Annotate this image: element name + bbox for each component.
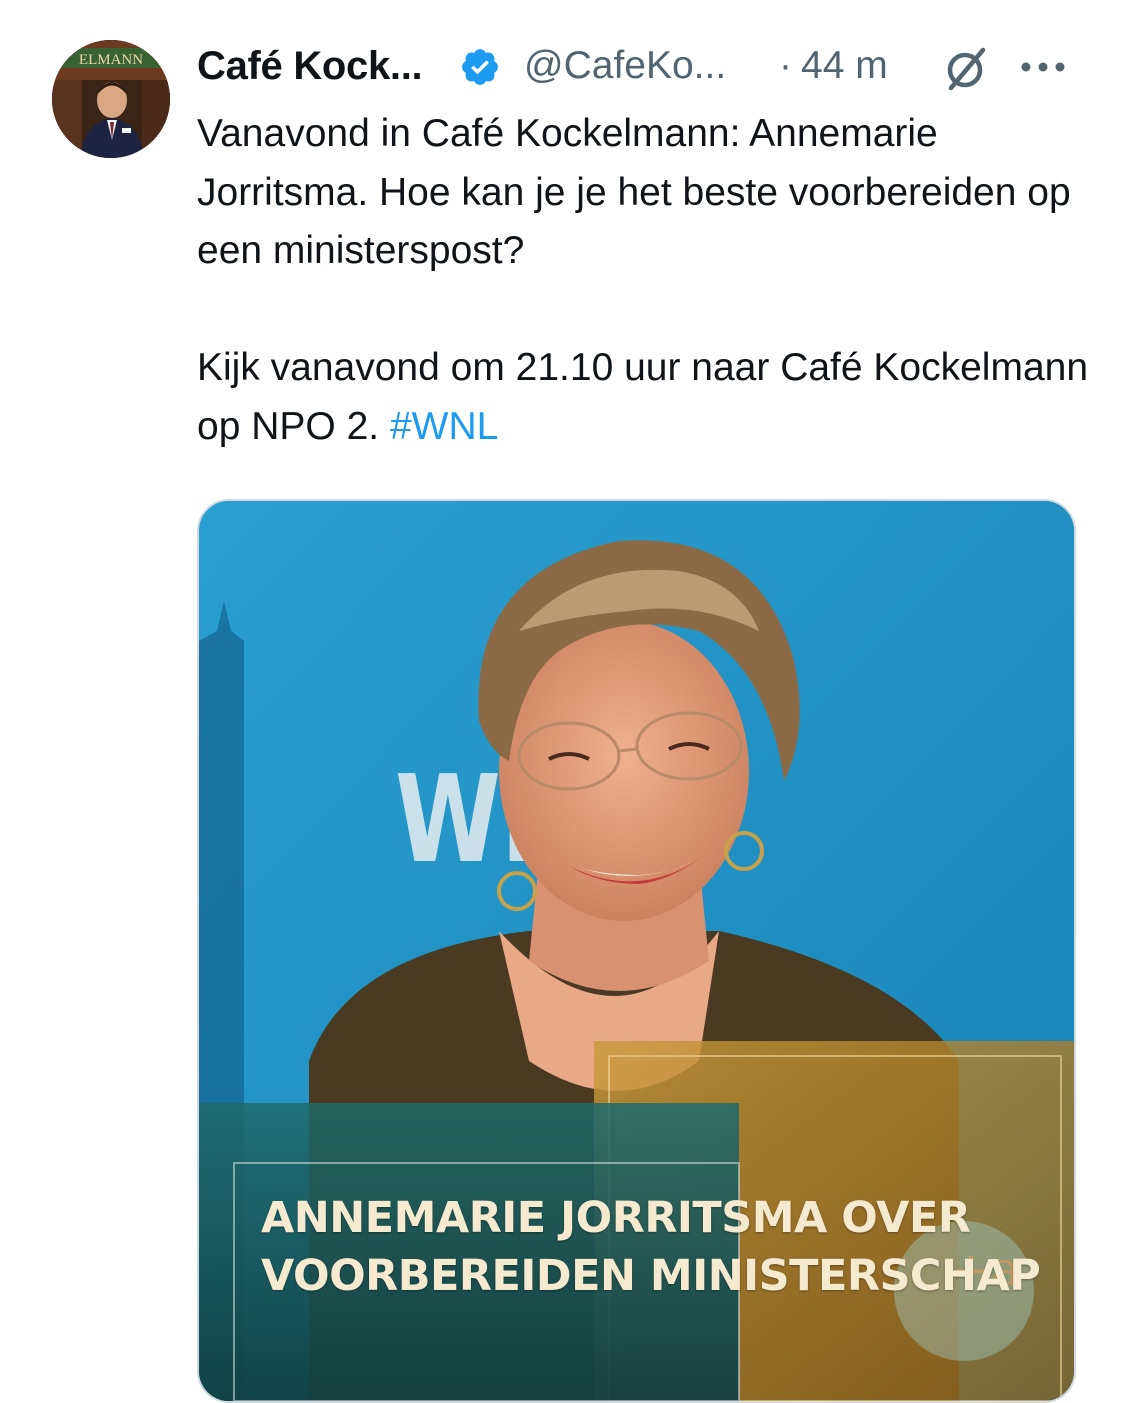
tweet-text: Vanavond in Café Kockelmann: Annemarie J… [197, 105, 1097, 456]
avatar-image: ELMANN [52, 40, 170, 158]
tweet-media-image[interactable]: WE SI +a ANNEMARIE JORRITSMA OV [197, 499, 1076, 1403]
tweet-paragraph-1: Vanavond in Café Kockelmann: Annemarie J… [197, 112, 1082, 272]
grok-icon[interactable] [939, 42, 991, 94]
hashtag-link[interactable]: #WNL [390, 405, 498, 448]
tweet-header: Café Kock... @CafeKo... · 44 m [197, 38, 1097, 98]
more-options-icon[interactable] [1017, 52, 1069, 82]
author-handle[interactable]: @CafeKo... [524, 44, 726, 88]
verified-badge-icon [462, 49, 498, 85]
separator-dot: · [779, 44, 792, 87]
avatar-sign-text: ELMANN [79, 52, 143, 68]
author-avatar[interactable]: ELMANN [52, 40, 170, 158]
media-caption: ANNEMARIE JORRITSMA OVER VOORBEREIDEN MI… [261, 1189, 1061, 1305]
author-display-name[interactable]: Café Kock... [197, 44, 423, 89]
media-caption-line-1: ANNEMARIE JORRITSMA OVER [261, 1193, 971, 1243]
tweet-paragraph-2: Kijk vanavond om 21.10 uur naar Café Koc… [197, 346, 1099, 448]
tweet-timestamp[interactable]: 44 m [801, 44, 888, 88]
media-caption-line-2: VOORBEREIDEN MINISTERSCHAP [261, 1251, 1041, 1301]
